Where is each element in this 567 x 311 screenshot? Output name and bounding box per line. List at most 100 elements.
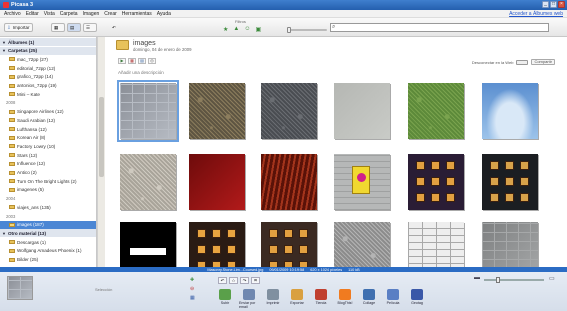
sidebar-folder-item[interactable]: antonios_72pp (19) [0,82,96,90]
menu-item-edit[interactable]: Editar [26,11,39,17]
photo-building-night[interactable] [408,154,464,210]
web-sync-toggle[interactable] [516,59,529,65]
photo-red-wood[interactable] [261,154,317,210]
play-slideshow-button[interactable]: ▶ [118,58,126,64]
sidebar-folder-item[interactable]: images (187) [0,220,96,229]
collapse-icon[interactable]: ▼ [2,48,6,53]
people-filter-icon[interactable]: ☺ [244,26,250,33]
movie-button[interactable]: ◎ [148,58,156,64]
star-button[interactable]: ☆ [229,277,238,284]
photo-thumbnail[interactable] [408,83,466,139]
tray-selected-thumbnail[interactable] [7,276,33,300]
tray-action-blog[interactable]: BlogThis! [335,289,355,309]
clear-tray-icon[interactable]: ⊖ [190,286,195,292]
tray-action-print[interactable]: Imprimir [263,289,283,309]
import-button[interactable]: ⇩ Importar [4,23,33,32]
menu-item-tools[interactable]: Herramientas [122,11,152,17]
sidebar-section-header[interactable]: ▼ Otro material (13) [0,229,96,238]
collapse-icon[interactable]: ▼ [2,231,6,236]
tray-action-movie[interactable]: Película [383,289,403,309]
minimize-button[interactable]: _ [542,1,549,8]
date-filter-slider[interactable] [287,27,327,33]
photo-asphalt[interactable] [261,83,317,139]
sidebar-section-header[interactable]: ▼ Carpetas (25) [0,46,96,55]
rotate-right-button[interactable]: ↷ [240,277,249,284]
sidebar-folder-item[interactable]: Mini – Kate [0,90,96,98]
edit-button[interactable]: ▦ [128,58,136,64]
photo-thumbnail[interactable] [334,83,392,139]
menu-item-help[interactable]: Ayuda [157,11,171,17]
rotate-left-button[interactable]: ↶ [218,277,227,284]
photo-red-fabric[interactable] [189,154,245,210]
sidebar-folder-item[interactable]: viajes_ans (135) [0,203,96,211]
photo-thumbnail[interactable] [261,222,319,267]
photo-thumbnail[interactable] [334,154,392,210]
photo-thumbnail[interactable] [117,80,179,142]
photo-thumbnail[interactable] [261,154,319,210]
photo-thumbnail[interactable] [334,222,392,267]
maximize-button[interactable]: □ [550,1,557,8]
photo-building-dark[interactable] [482,154,538,210]
tray-action-upload[interactable]: Subir [215,289,235,309]
sidebar-section-header[interactable]: ▼ Álbumes (1) [0,38,96,46]
photo-thumbnail[interactable] [189,83,247,139]
video-filter-icon[interactable]: ▣ [255,26,261,33]
sidebar-folder-item[interactable]: grafico_72pp (14) [0,73,96,81]
sidebar-folder-item[interactable]: imagenes (5) [0,186,96,194]
photo-sky[interactable] [482,83,538,139]
photo-thumbnail[interactable] [120,222,178,267]
menu-item-file[interactable]: Archivo [4,11,21,17]
sidebar-folder-item[interactable]: Saudi Arabian (12) [0,116,96,124]
search-input[interactable]: ⌕ [330,23,549,32]
tray-action-export[interactable]: Exportar [287,289,307,309]
photo-thumbnail[interactable] [120,154,178,210]
sidebar-folder-item[interactable]: Lufthansa (12) [0,125,96,133]
photo-gray-stone[interactable] [334,222,390,267]
sidebar-folder-item[interactable]: editorial_72pp (12) [0,64,96,72]
photo-stone-wall[interactable] [117,80,179,142]
photo-black-box[interactable] [120,222,176,267]
photo-gravel[interactable] [189,83,245,139]
collage-button[interactable]: ▤ [138,58,146,64]
add-to-album-icon[interactable]: ▦ [190,295,195,301]
tray-action-shop[interactable]: Tienda [311,289,331,309]
photo-facade-b[interactable] [261,222,317,267]
star-filter-icon[interactable]: ★ [223,26,228,33]
sidebar-folder-item[interactable]: Bilder (25) [0,256,96,264]
photo-gray-brick[interactable] [482,222,538,267]
collapse-icon[interactable]: ▼ [2,40,6,45]
photo-thumbnail[interactable] [482,154,540,210]
photo-thumbnail[interactable] [408,154,466,210]
sidebar-folder-item[interactable]: Singapore Airlines (12) [0,108,96,116]
sidebar-scrollbar[interactable] [97,37,105,267]
thumbnail-size-slider[interactable] [484,277,544,283]
view-thumbnails-button[interactable]: ▤ [67,23,81,32]
menu-item-image[interactable]: Imagen [83,11,100,17]
sidebar-folder-item[interactable]: mac_72pp (27) [0,55,96,63]
menu-item-folder[interactable]: Carpeta [60,11,78,17]
scrollbar-thumb[interactable] [99,97,104,177]
sign-in-link[interactable]: Acceder a Álbumes web [509,11,563,17]
tray-action-geotag[interactable]: Geotag [407,289,427,309]
sidebar-folder-item[interactable]: Factory Lowry (10) [0,142,96,150]
sidebar-folder-item[interactable]: Turn On The Bright Lights (2) [0,177,96,185]
slider-knob[interactable] [287,27,291,33]
photo-thumbnail[interactable] [261,83,319,139]
sidebar-folder-item[interactable]: Antico (2) [0,169,96,177]
zoom-in-icon[interactable]: ▭ [549,275,555,282]
undo-button[interactable]: ↶ [110,23,124,32]
zoom-out-icon[interactable]: ▬ [474,275,480,281]
photo-thumbnail[interactable] [189,222,247,267]
photo-thumbnail[interactable] [408,222,466,267]
photo-sign-wall[interactable] [334,154,390,210]
sidebar-folder-item[interactable]: Wolfgang Amadeus Phoenix (1) [0,247,96,255]
hold-pin-icon[interactable]: ✚ [190,277,195,283]
photo-plaster[interactable] [120,154,176,210]
tray-action-email[interactable]: Enviar por email [239,289,259,309]
photo-grass[interactable] [408,83,464,139]
photo-facade-a[interactable] [189,222,245,267]
photo-thumbnail[interactable] [482,83,540,139]
sidebar-folder-item[interactable]: Stars (12) [0,151,96,159]
tag-button[interactable]: ⌗ [251,277,260,284]
menu-item-view[interactable]: Vista [44,11,55,17]
